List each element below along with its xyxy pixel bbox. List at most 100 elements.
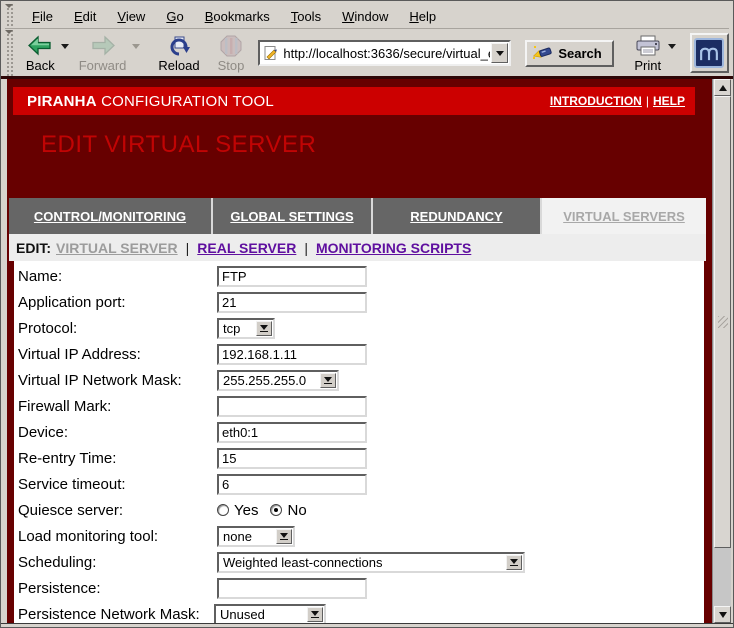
browser-window: File Edit View Go Bookmarks Tools Window…	[0, 0, 734, 628]
form-row-service-timeout: Service timeout:	[14, 471, 704, 497]
quiesce-yes-radio[interactable]	[217, 504, 229, 516]
tab-control-monitoring[interactable]: CONTROL/MONITORING	[9, 198, 213, 234]
search-flashlight-icon	[533, 45, 553, 61]
monitoring-scripts-link[interactable]: MONITORING SCRIPTS	[316, 240, 471, 256]
forward-label: Forward	[79, 58, 127, 73]
toolbar-grippy[interactable]	[5, 30, 14, 76]
help-link[interactable]: HELP	[653, 94, 685, 108]
stop-icon	[220, 34, 242, 58]
scroll-down-button[interactable]	[714, 606, 731, 623]
protocol-select[interactable]: tcp	[217, 318, 275, 339]
menu-bookmarks[interactable]: Bookmarks	[195, 6, 281, 27]
virtual-ip-input[interactable]	[217, 344, 367, 365]
virtual-server-form: Name: Application port: Protocol: tcp Vi…	[14, 261, 704, 623]
header-links: INTRODUCTION | HELP	[550, 94, 685, 108]
reload-label: Reload	[158, 58, 199, 73]
service-timeout-input[interactable]	[217, 474, 367, 495]
navigation-toolbar: Back Forward Reload	[5, 30, 729, 76]
piranha-page: PIRANHA CONFIGURATION TOOL INTRODUCTION |…	[7, 79, 712, 623]
url-input[interactable]	[279, 46, 491, 61]
menu-go[interactable]: Go	[156, 6, 194, 27]
url-history-dropdown[interactable]	[491, 43, 508, 63]
quiesce-yes-label: Yes	[234, 502, 258, 519]
back-dropdown-arrow[interactable]	[61, 44, 69, 49]
back-icon	[27, 34, 53, 58]
window-bottom-edge	[1, 623, 733, 628]
header-link-separator: |	[646, 94, 649, 108]
print-icon	[634, 34, 662, 58]
location-bar	[258, 40, 511, 66]
mozilla-logo-button[interactable]	[690, 33, 729, 73]
menu-view[interactable]: View	[107, 6, 156, 27]
menu-tools[interactable]: Tools	[281, 6, 332, 27]
edit-subnav: EDIT: VIRTUAL SERVER | REAL SERVER | MON…	[9, 234, 706, 261]
select-arrow-icon	[320, 373, 336, 388]
subnav-separator-1: |	[186, 240, 190, 256]
select-arrow-icon	[506, 555, 522, 570]
load-monitoring-select[interactable]: none	[217, 526, 295, 547]
introduction-link[interactable]: INTRODUCTION	[550, 94, 642, 108]
form-row-persistence-mask: Persistence Network Mask: Unused	[14, 601, 704, 623]
select-arrow-icon	[256, 321, 272, 336]
form-row-name: Name:	[14, 263, 704, 289]
scrollbar-thumb[interactable]	[714, 96, 731, 548]
form-row-device: Device:	[14, 419, 704, 445]
persistence-mask-select[interactable]: Unused	[214, 604, 326, 624]
menu-window[interactable]: Window	[332, 6, 399, 27]
form-row-protocol: Protocol: tcp	[14, 315, 704, 341]
form-row-quiesce-server: Quiesce server: Yes No	[14, 497, 704, 523]
form-row-reentry-time: Re-entry Time:	[14, 445, 704, 471]
select-arrow-icon	[307, 607, 323, 622]
name-input[interactable]	[217, 266, 367, 287]
tab-redundancy[interactable]: REDUNDANCY	[373, 198, 542, 234]
reload-icon	[167, 34, 191, 58]
arrow-down-icon	[719, 612, 727, 618]
tab-global-settings[interactable]: GLOBAL SETTINGS	[213, 198, 373, 234]
reload-button[interactable]: Reload	[154, 33, 203, 74]
form-row-firewall-mark: Firewall Mark:	[14, 393, 704, 419]
back-label: Back	[26, 58, 55, 73]
stop-label: Stop	[218, 58, 245, 73]
back-button[interactable]: Back	[22, 33, 59, 74]
form-row-virtual-ip-mask: Virtual IP Network Mask: 255.255.255.0	[14, 367, 704, 393]
stop-button: Stop	[214, 33, 249, 74]
persistence-input[interactable]	[217, 578, 367, 599]
chevron-down-icon	[496, 51, 504, 56]
app-brand: PIRANHA CONFIGURATION TOOL	[27, 93, 274, 110]
search-button[interactable]: Search	[525, 40, 613, 67]
forward-button: Forward	[75, 33, 131, 74]
subnav-current-virtual-server: VIRTUAL SERVER	[56, 240, 178, 256]
subnav-separator-2: |	[304, 240, 308, 256]
firewall-mark-input[interactable]	[217, 396, 367, 417]
menu-file[interactable]: File	[22, 6, 64, 27]
form-row-persistence: Persistence:	[14, 575, 704, 601]
real-server-link[interactable]: REAL SERVER	[197, 240, 296, 256]
form-row-application-port: Application port:	[14, 289, 704, 315]
menu-edit[interactable]: Edit	[64, 6, 107, 27]
application-port-input[interactable]	[217, 292, 367, 313]
select-arrow-icon	[276, 529, 292, 544]
subnav-prefix: EDIT:	[16, 240, 51, 256]
menu-help[interactable]: Help	[399, 6, 447, 27]
main-tabs: CONTROL/MONITORING GLOBAL SETTINGS REDUN…	[9, 198, 706, 234]
form-row-scheduling: Scheduling: Weighted least-connections	[14, 549, 704, 575]
mozilla-logo-icon	[694, 38, 724, 68]
menubar-grippy[interactable]	[5, 4, 14, 28]
forward-dropdown-arrow	[132, 44, 140, 49]
reentry-time-input[interactable]	[217, 448, 367, 469]
print-label: Print	[634, 58, 661, 73]
arrow-up-icon	[719, 85, 727, 91]
virtual-ip-mask-select[interactable]: 255.255.255.0	[217, 370, 339, 391]
form-row-load-monitoring: Load monitoring tool: none	[14, 523, 704, 549]
device-input[interactable]	[217, 422, 367, 443]
quiesce-no-radio[interactable]	[270, 504, 282, 516]
scroll-up-button[interactable]	[714, 79, 731, 96]
print-button[interactable]: Print	[630, 33, 666, 74]
scheduling-select[interactable]: Weighted least-connections	[217, 552, 525, 573]
vertical-scrollbar[interactable]	[712, 79, 731, 623]
tab-virtual-servers[interactable]: VIRTUAL SERVERS	[542, 198, 706, 234]
print-dropdown-arrow[interactable]	[668, 44, 676, 49]
form-row-virtual-ip: Virtual IP Address:	[14, 341, 704, 367]
forward-icon	[90, 34, 116, 58]
search-label: Search	[558, 46, 601, 61]
